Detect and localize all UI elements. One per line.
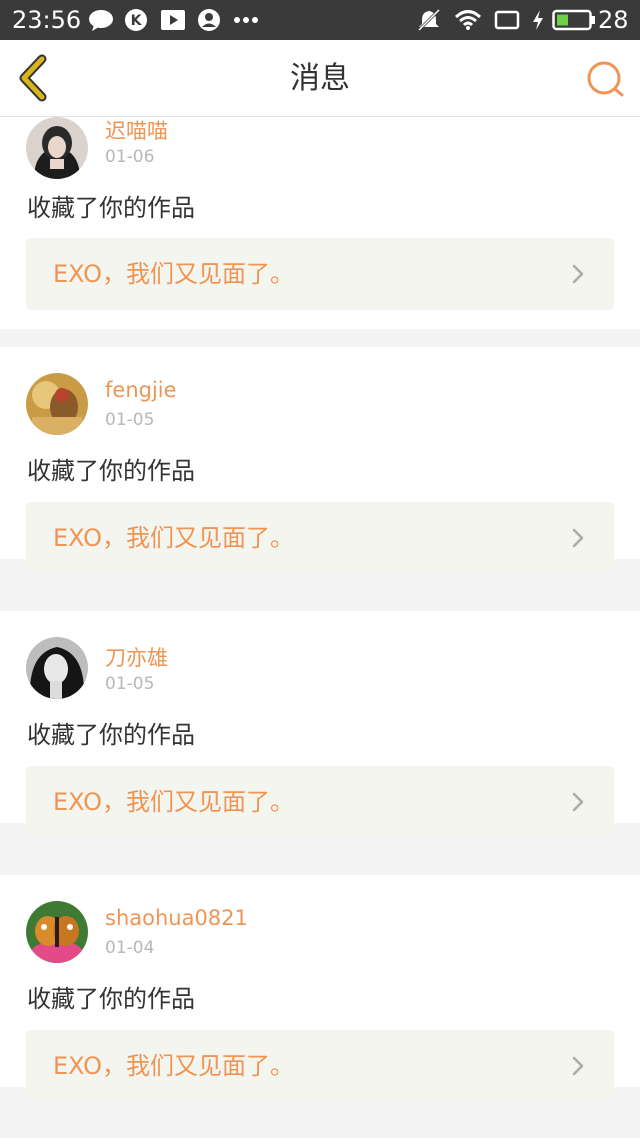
chevron-right-icon — [572, 264, 584, 284]
username[interactable]: fengjie — [105, 378, 177, 402]
back-button[interactable] — [14, 54, 54, 102]
page-title: 消息 — [290, 61, 350, 96]
wifi-icon — [454, 8, 482, 32]
action-text: 收藏了你的作品 — [27, 721, 195, 749]
work-link[interactable]: EXO，我们又见面了。 — [26, 502, 614, 574]
header: 消息 — [0, 40, 640, 117]
work-link[interactable]: EXO，我们又见面了。 — [26, 238, 614, 310]
screen-icon — [494, 8, 520, 32]
chevron-right-icon — [572, 792, 584, 812]
avatar[interactable] — [26, 373, 88, 435]
play-icon — [160, 8, 186, 32]
message-date: 01-05 — [105, 674, 155, 694]
svg-text:K: K — [131, 13, 143, 29]
action-text: 收藏了你的作品 — [27, 985, 195, 1013]
battery-percent: 28 — [598, 6, 629, 34]
chevron-left-icon — [19, 54, 47, 102]
message-card: 刀亦雄 01-05 收藏了你的作品 EXO，我们又见面了。 — [0, 611, 640, 838]
status-time: 23:56 — [12, 6, 82, 34]
search-button[interactable] — [584, 58, 626, 100]
work-title: EXO，我们又见面了。 — [53, 524, 294, 552]
message-card: fengjie 01-05 收藏了你的作品 EXO，我们又见面了。 — [0, 347, 640, 574]
charging-icon — [530, 8, 546, 32]
action-text: 收藏了你的作品 — [27, 457, 195, 485]
user-circle-icon — [197, 8, 221, 32]
message-card: shaohua0821 01-04 收藏了你的作品 EXO，我们又见面了。 — [0, 875, 640, 1102]
work-title: EXO，我们又见面了。 — [53, 1052, 294, 1080]
k-app-icon: K — [124, 8, 148, 32]
avatar[interactable] — [26, 901, 88, 963]
message-date: 01-06 — [105, 147, 155, 167]
message-list[interactable]: 迟喵喵 01-06 收藏了你的作品 EXO，我们又见面了。 fengjie 01… — [0, 117, 640, 1138]
action-text: 收藏了你的作品 — [27, 194, 195, 222]
username[interactable]: 刀亦雄 — [105, 642, 168, 672]
work-link[interactable]: EXO，我们又见面了。 — [26, 766, 614, 838]
username[interactable]: shaohua0821 — [105, 906, 248, 930]
work-title: EXO，我们又见面了。 — [53, 260, 294, 288]
chevron-right-icon — [572, 528, 584, 548]
chevron-right-icon — [572, 1056, 584, 1076]
search-icon — [587, 61, 624, 97]
mute-icon — [416, 8, 442, 32]
more-dots-icon — [233, 8, 259, 32]
message-date: 01-04 — [105, 938, 155, 958]
work-link[interactable]: EXO，我们又见面了。 — [26, 1030, 614, 1102]
avatar[interactable] — [26, 117, 88, 179]
battery-icon — [552, 8, 596, 32]
status-bar: 23:56 K 28 — [0, 0, 640, 40]
message-date: 01-05 — [105, 410, 155, 430]
message-card: 迟喵喵 01-06 收藏了你的作品 EXO，我们又见面了。 — [0, 117, 640, 329]
chat-bubble-icon — [88, 8, 114, 32]
avatar[interactable] — [26, 637, 88, 699]
work-title: EXO，我们又见面了。 — [53, 788, 294, 816]
username[interactable]: 迟喵喵 — [105, 117, 168, 145]
